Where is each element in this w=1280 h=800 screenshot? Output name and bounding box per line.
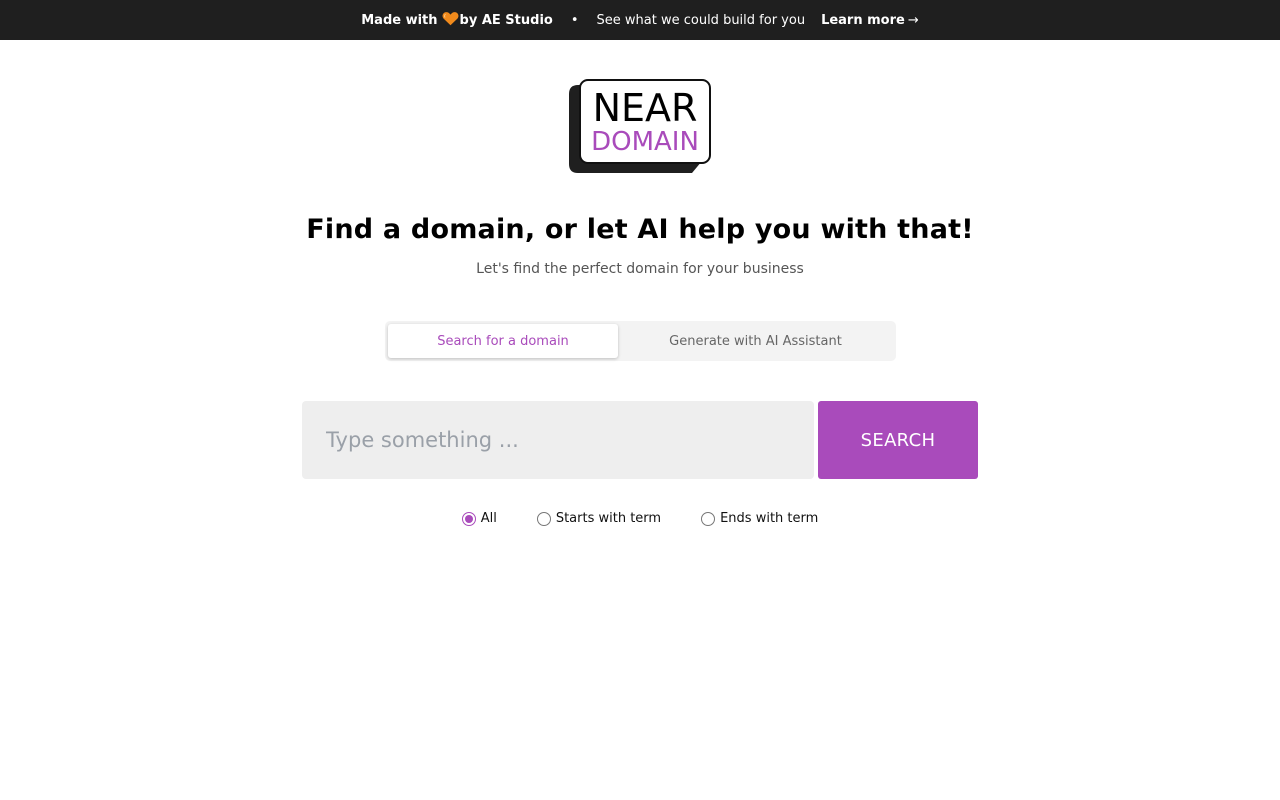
separator-dot: •: [570, 12, 579, 28]
by-ae-studio-label: by AE Studio: [459, 12, 553, 28]
made-with-label: Made with: [361, 12, 438, 28]
filter-ends-with-label: Ends with term: [720, 511, 819, 526]
logo-near-text: NEAR: [593, 86, 698, 130]
filter-all-label: All: [480, 511, 497, 526]
arrow-right-icon: →: [907, 12, 919, 28]
filter-all[interactable]: All: [461, 511, 497, 526]
search-mode-tabs: Search for a domain Generate with AI Ass…: [385, 321, 896, 361]
near-domain-logo[interactable]: NEAR DOMAIN: [568, 79, 712, 175]
search-button[interactable]: SEARCH: [818, 401, 978, 479]
page-headline: Find a domain, or let AI help you with t…: [306, 214, 974, 245]
radio-ends-with[interactable]: [701, 511, 716, 526]
filter-ends-with[interactable]: Ends with term: [701, 511, 818, 526]
radio-starts-with[interactable]: [536, 511, 551, 526]
learn-more-link[interactable]: Learn more →: [821, 13, 919, 28]
filter-starts-with[interactable]: Starts with term: [536, 511, 662, 526]
filter-starts-with-label: Starts with term: [555, 511, 662, 526]
search-input[interactable]: [302, 401, 814, 479]
radio-all[interactable]: [461, 511, 476, 526]
match-filter-group: All Starts with term Ends with term: [0, 511, 1280, 526]
top-banner: Made with by AE Studio • See what we cou…: [0, 0, 1280, 40]
see-what-we-build-text: See what we could build for you: [596, 12, 806, 28]
page-subheadline: Let's find the perfect domain for your b…: [476, 261, 804, 277]
orange-heart-icon: [442, 11, 459, 30]
tab-generate-ai[interactable]: Generate with AI Assistant: [618, 324, 893, 358]
tab-search-domain[interactable]: Search for a domain: [388, 324, 618, 358]
logo-domain-text: DOMAIN: [591, 127, 699, 157]
made-with-text: Made with by AE Studio: [361, 11, 553, 30]
learn-more-label: Learn more: [821, 12, 905, 28]
